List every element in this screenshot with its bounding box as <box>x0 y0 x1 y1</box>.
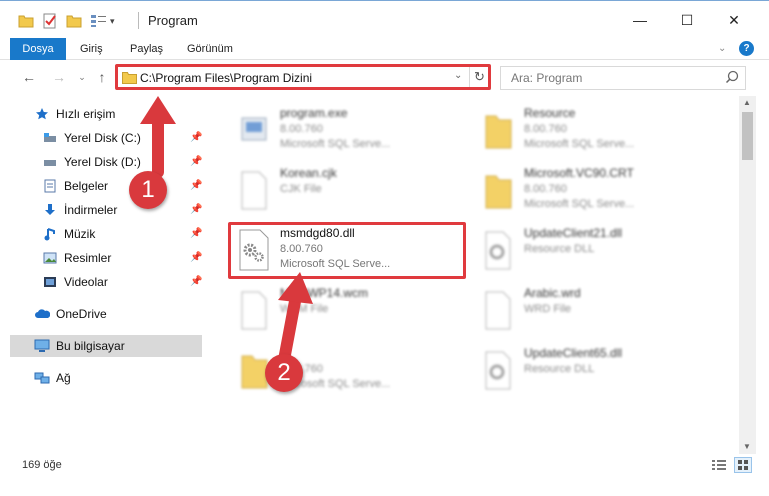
arrow-icon <box>278 272 313 366</box>
step-1-badge: 1 <box>129 171 167 209</box>
arrow-icon <box>140 96 176 178</box>
annotation-arrows <box>140 96 313 366</box>
step-2-badge: 2 <box>265 354 303 392</box>
